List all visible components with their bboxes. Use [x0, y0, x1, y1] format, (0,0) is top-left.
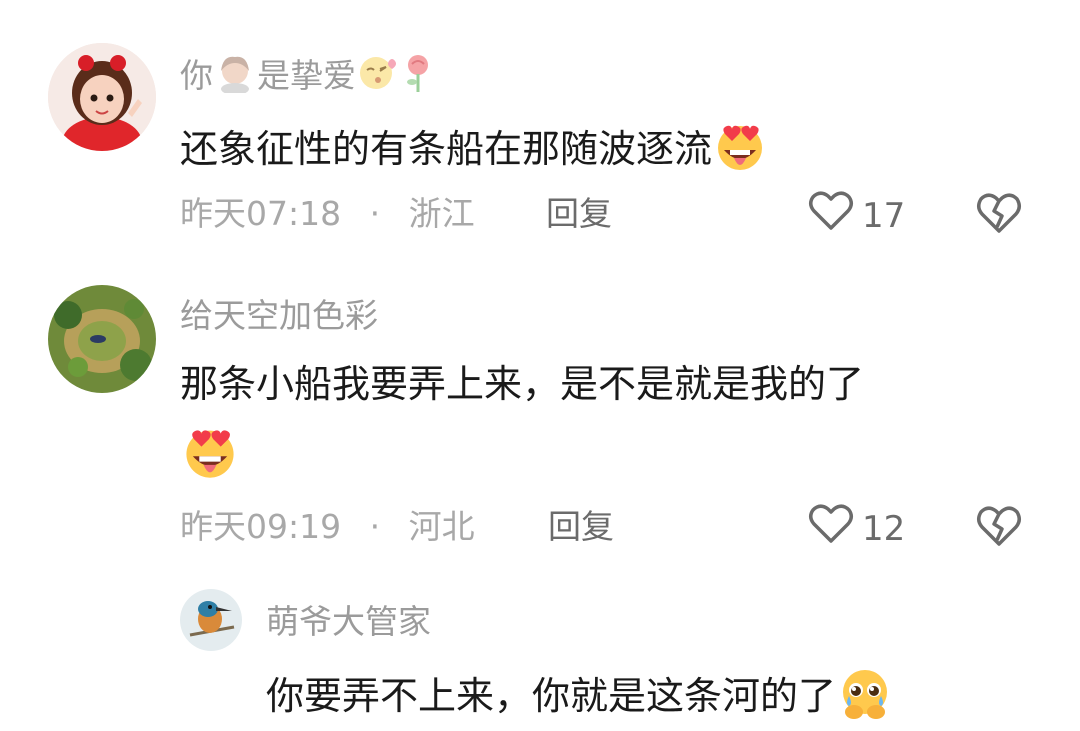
dislike-button[interactable]: [975, 191, 1023, 239]
comment-text: 你要弄不上来，你就是这条河的了: [266, 666, 894, 731]
username[interactable]: 你 是挚爱: [180, 52, 436, 103]
comment-text-content: 那条小船我要弄上来，是不是就是我的了: [180, 362, 865, 406]
username-part-2: 是挚爱: [257, 56, 356, 95]
username[interactable]: 萌爷大管家: [266, 602, 431, 642]
pleading-face-emoji-icon: [836, 666, 894, 731]
avatar[interactable]: [48, 285, 156, 393]
like-count: 12: [862, 508, 906, 549]
username[interactable]: 给天空加色彩: [180, 296, 378, 336]
girl-emoji-icon: [213, 53, 257, 102]
meta-separator: ·: [369, 194, 381, 233]
like-button[interactable]: 17: [808, 190, 905, 241]
like-button[interactable]: 12: [808, 503, 905, 554]
reply-button[interactable]: 回复: [546, 194, 612, 234]
heart-eyes-tongue-emoji-icon: [712, 120, 768, 183]
comment-meta: 昨天07:18 · 浙江: [180, 194, 475, 234]
kiss-emoji-icon: [356, 53, 400, 102]
reply-button[interactable]: 回复: [548, 507, 614, 547]
broken-heart-icon: [975, 193, 1023, 239]
timestamp: 昨天07:18: [180, 194, 342, 233]
comment-text: 还象征性的有条船在那随波逐流: [180, 120, 768, 183]
comment-text: 那条小船我要弄上来，是不是就是我的了: [180, 360, 864, 408]
heart-outline-icon: [808, 503, 862, 554]
meta-separator: ·: [369, 507, 381, 546]
broken-heart-icon: [975, 506, 1023, 552]
comment-text-content: 还象征性的有条船在那随波逐流: [180, 127, 713, 171]
avatar[interactable]: [48, 43, 156, 151]
avatar[interactable]: [180, 589, 242, 651]
heart-eyes-tongue-emoji-icon: [180, 424, 240, 484]
comment-meta: 昨天09:19 · 河北: [180, 507, 475, 547]
location: 浙江: [408, 194, 475, 233]
location: 河北: [408, 507, 475, 546]
like-count: 17: [862, 195, 906, 236]
timestamp: 昨天09:19: [180, 507, 342, 546]
heart-outline-icon: [808, 190, 862, 241]
username-part-1: 你: [180, 56, 213, 95]
dislike-button[interactable]: [975, 504, 1023, 552]
rose-icon: [400, 52, 436, 103]
comment-text-content: 你要弄不上来，你就是这条河的了: [266, 674, 837, 718]
